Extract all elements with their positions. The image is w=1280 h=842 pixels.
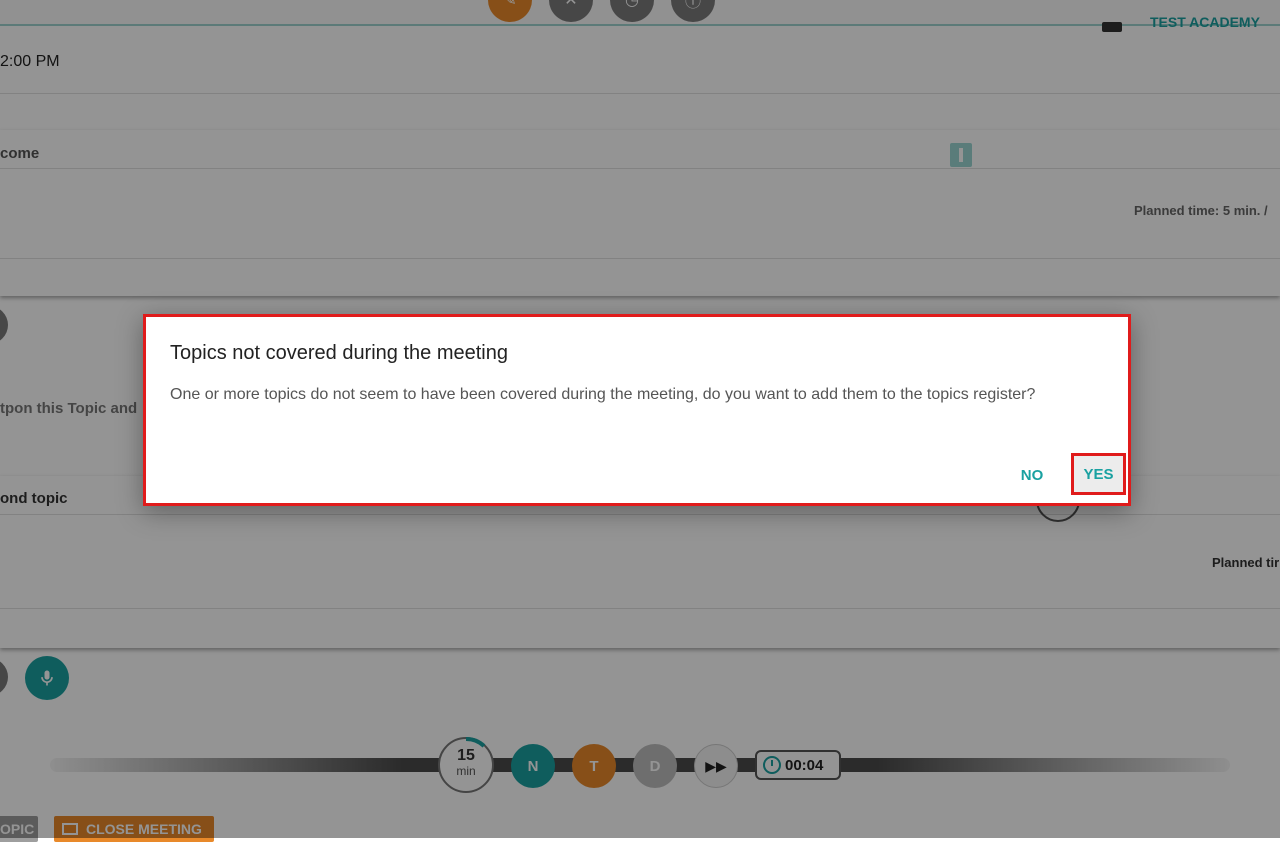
meeting-page: ✎ ✕ ◷ ⓘ ··· TEST ACADEMY 2:00 PM come Pl… xyxy=(0,0,1280,842)
confirm-dialog: Topics not covered during the meeting On… xyxy=(143,314,1131,506)
dialog-message: One or more topics do not seem to have b… xyxy=(170,386,1036,403)
yes-button[interactable]: YES xyxy=(1071,453,1126,495)
dialog-title: Topics not covered during the meeting xyxy=(170,342,508,364)
no-button[interactable]: NO xyxy=(1006,456,1058,494)
